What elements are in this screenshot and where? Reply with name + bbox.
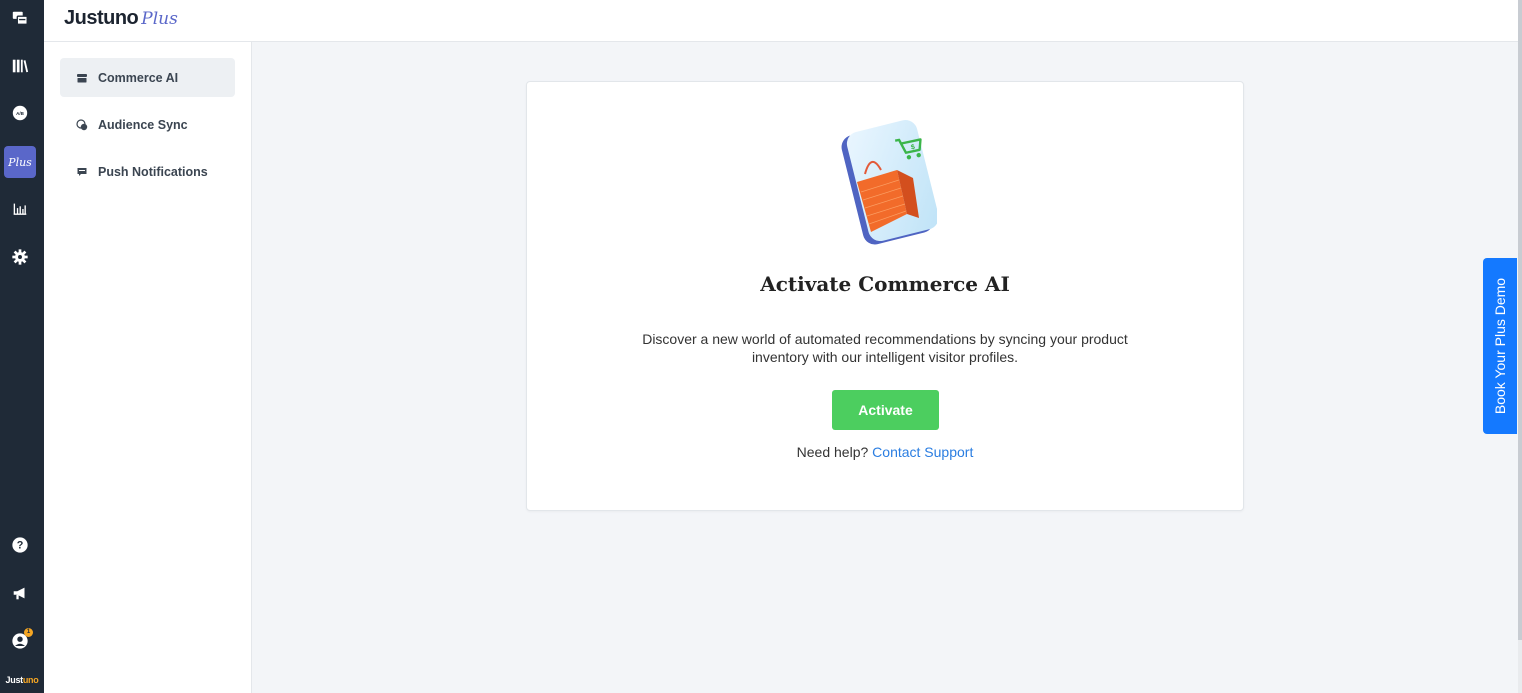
help-text: Need help? [796, 444, 873, 460]
notification-badge: 1 [24, 628, 33, 637]
ab-test-icon[interactable]: A/B [4, 97, 36, 129]
svg-text:?: ? [17, 540, 24, 552]
sync-icon [76, 118, 88, 131]
app-logo[interactable]: Justuno Plus [64, 7, 178, 30]
megaphone-icon[interactable] [4, 577, 36, 609]
book-demo-tab[interactable]: Book Your Plus Demo [1483, 258, 1517, 434]
rail-brand-logo: Justuno [5, 675, 39, 685]
activate-button[interactable]: Activate [832, 390, 939, 430]
activation-card: $ Activate Commerce AI Discover a new wo… [526, 81, 1244, 511]
analytics-icon[interactable] [4, 193, 36, 225]
chat-icon [76, 166, 88, 178]
icon-rail: A/B Plus ? 1 Justuno [0, 0, 44, 693]
plus-subnav: Commerce AI Audience Sync Push Notificat… [44, 42, 252, 693]
svg-text:A/B: A/B [16, 111, 25, 116]
top-header: Justuno Plus [44, 0, 1522, 42]
scrollbar-thumb[interactable] [1518, 0, 1522, 640]
logo-plus-text: Plus [141, 9, 178, 29]
subnav-item-audience-sync[interactable]: Audience Sync [60, 105, 235, 144]
scrollbar-track[interactable] [1518, 0, 1522, 693]
account-icon[interactable]: 1 [4, 625, 36, 657]
card-description: Discover a new world of automated recomm… [642, 331, 1128, 365]
subnav-item-label: Commerce AI [98, 70, 179, 85]
library-icon[interactable] [4, 50, 36, 82]
gear-icon[interactable] [4, 241, 36, 273]
store-icon [76, 72, 88, 84]
card-title: Activate Commerce AI [760, 272, 1010, 296]
shopping-bag-illustration: $ [841, 120, 937, 245]
logo-main-text: Justuno [64, 7, 139, 29]
subnav-item-push-notifications[interactable]: Push Notifications [60, 152, 235, 191]
plus-icon[interactable]: Plus [4, 146, 36, 178]
help-icon[interactable]: ? [4, 529, 36, 561]
campaigns-icon[interactable] [4, 2, 36, 34]
book-demo-label: Book Your Plus Demo [1492, 277, 1509, 415]
subnav-item-label: Push Notifications [98, 164, 208, 179]
contact-support-link[interactable]: Contact Support [872, 444, 973, 460]
help-line: Need help? Contact Support [527, 444, 1243, 460]
subnav-item-commerce-ai[interactable]: Commerce AI [60, 58, 235, 97]
subnav-item-label: Audience Sync [98, 117, 188, 132]
